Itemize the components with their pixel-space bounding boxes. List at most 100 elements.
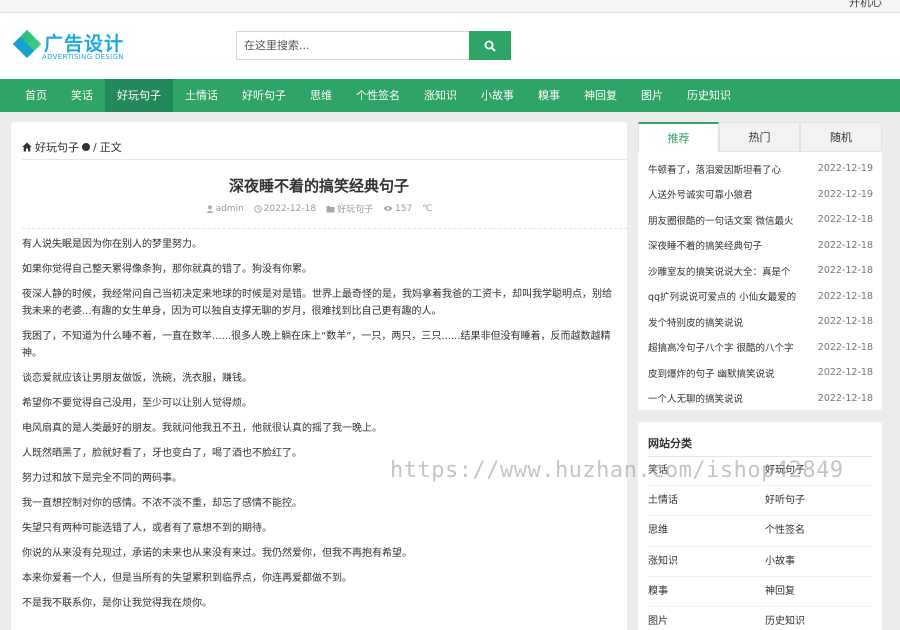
article-paragraph: 我困了，不知道为什么睡不着，一直在数羊......很多人晚上躺在床上“数羊”，一… [22, 331, 611, 359]
meta-category-link[interactable]: 好玩句子 [337, 202, 373, 215]
meta-author-name[interactable]: admin [216, 204, 244, 214]
list-item-title[interactable]: 发个特别皮的搞笑说说 [648, 315, 813, 329]
main-nav: 首页 笑话 好玩句子 土情话 好听句子 思维 个性签名 涨知识 小故事 糗事 神… [0, 79, 900, 112]
list-item[interactable]: 沙雕室友的搞笑说说大全：真是个 2022-12-18 [648, 258, 873, 284]
category-link[interactable]: 个性签名 [765, 516, 872, 547]
category-link[interactable]: 涨知识 [648, 547, 765, 577]
list-item[interactable]: 深夜睡不着的搞笑经典句子 2022-12-18 [648, 233, 873, 259]
search-input[interactable] [236, 31, 469, 60]
meta-views-count: 157 [395, 203, 413, 214]
category-link[interactable]: 好玩句子 [765, 456, 872, 487]
nav-item-home[interactable]: 首页 [13, 79, 59, 112]
nav-item-images[interactable]: 图片 [629, 79, 675, 112]
nav-item-embarrassing[interactable]: 糗事 [526, 79, 572, 112]
category-link[interactable]: 笑话 [648, 456, 765, 487]
nav-item-thinking[interactable]: 思维 [298, 79, 344, 112]
list-item-title[interactable]: 一个人无聊的搞笑说说 [648, 391, 813, 405]
nav-item-love-talk[interactable]: 土情话 [173, 79, 230, 112]
list-item-title[interactable]: 人送外号诚实可靠小狼君 [648, 187, 813, 201]
nav-item-jokes[interactable]: 笑话 [59, 79, 105, 112]
list-item-date: 2022-12-18 [817, 341, 873, 353]
search-bar [236, 31, 511, 60]
article-paragraph: 失望只有两种可能选错了人，或者有了意想不到的期待。 [22, 523, 272, 534]
article-paragraph: 电风扇真的是人类最好的朋友。我就问他我丑不丑，他就很认真的摇了我一晚上。 [22, 423, 382, 434]
folder-icon [326, 205, 335, 212]
category-link[interactable]: 思维 [648, 516, 765, 547]
top-bar: 开机心 [0, 0, 900, 13]
tab-random[interactable]: 随机 [800, 122, 882, 152]
article-paragraph: 有人说失眠是因为你在别人的梦里努力。 [22, 239, 202, 250]
article-paragraph: 谈恋爱就应该让男朋友做饭，洗碗，洗衣服，赚钱。 [22, 373, 252, 384]
breadcrumb-dot-icon [82, 143, 90, 151]
nav-item-knowledge[interactable]: 涨知识 [412, 79, 469, 112]
article-paragraph: 努力过和放下是完全不同的两码事。 [22, 473, 182, 484]
list-item[interactable]: 朋友圈很酷的一句话文案 微信最火 2022-12-18 [648, 207, 873, 233]
meta-date-text: 2022-12-18 [263, 203, 317, 214]
breadcrumb-category[interactable]: 好玩句子 [35, 139, 79, 155]
list-item-title[interactable]: 沙雕室友的搞笑说说大全：真是个 [648, 264, 813, 278]
article-paragraph: 我一直想控制对你的感情。不浓不淡不重，却忘了感情不能控。 [22, 498, 302, 509]
user-icon [206, 204, 214, 213]
article-panel: 好玩句子 / 正文 深夜睡不着的搞笑经典句子 admin 2022-12-18 … [11, 122, 627, 630]
meta-category: 好玩句子 [326, 202, 373, 215]
category-link[interactable]: 土情话 [648, 486, 765, 517]
list-item-title[interactable]: qq扩列说说可爱点的 小仙女最爱的 [648, 289, 813, 303]
nav-item-signature[interactable]: 个性签名 [344, 79, 412, 112]
category-link[interactable]: 糗事 [648, 577, 765, 607]
list-item-title[interactable]: 深夜睡不着的搞笑经典句子 [648, 238, 813, 252]
list-item-title[interactable]: 皮到爆炸的句子 幽默搞笑说说 [648, 366, 813, 380]
category-link[interactable]: 图片 [648, 607, 765, 630]
top-bar-text[interactable]: 开机心 [849, 0, 882, 10]
article-paragraph: 人既然晒黑了，脸就好看了，牙也变白了，喝了酒也不脸红了。 [22, 448, 302, 459]
list-item[interactable]: qq扩列说说可爱点的 小仙女最爱的 2022-12-18 [648, 284, 873, 310]
article-paragraph: 本来你爱着一个人，但是当所有的失望累积到临界点，你连再爱都做不到。 [22, 573, 352, 584]
breadcrumb-divider [22, 159, 627, 160]
meta-date: 2022-12-18 [253, 202, 317, 215]
article-paragraph: 夜深人静的时候，我经常问自己当初决定来地球的时候是对是错。世界上最奇怪的是，我妈… [22, 289, 612, 317]
breadcrumb: 好玩句子 / 正文 [22, 139, 122, 155]
article-paragraph: 希望你不要觉得自己没用，至少可以让别人觉得烦。 [22, 398, 252, 409]
logo-subtext: ADVERTISING DESIGN [42, 53, 124, 61]
list-item-title[interactable]: 牛顿看了，落泪爱因斯坦看了心 [648, 162, 813, 176]
category-link[interactable]: 好听句子 [765, 486, 872, 517]
nav-item-replies[interactable]: 神回复 [572, 79, 629, 112]
meta-divider [22, 228, 627, 229]
meta-unit: ℃ [422, 203, 433, 214]
sidebar-tabs-panel: 推荐 热门 随机 牛顿看了，落泪爱因斯坦看了心 2022-12-19 人送外号诚实… [638, 122, 882, 410]
header: 广告设计 ADVERTISING DESIGN [0, 13, 900, 79]
category-link[interactable]: 历史知识 [765, 607, 872, 630]
category-link[interactable]: 神回复 [765, 577, 872, 607]
categories-panel: 网站分类 笑话 好玩句子 土情话 好听句子 思维 个性签名 涨知识 小故事 糗事… [638, 422, 882, 630]
meta-views: 157 [383, 202, 412, 215]
article-paragraph: 如果你觉得自己整天累得像条狗，那你就真的错了。狗没有你累。 [22, 264, 312, 275]
nav-item-nice-sentences[interactable]: 好听句子 [230, 79, 298, 112]
list-item-title[interactable]: 朋友圈很酷的一句话文案 微信最火 [648, 213, 813, 227]
list-item-date: 2022-12-18 [817, 290, 873, 302]
nav-item-fun-sentences[interactable]: 好玩句子 [105, 79, 173, 112]
list-item[interactable]: 人送外号诚实可靠小狼君 2022-12-19 [648, 182, 873, 208]
tab-recommended[interactable]: 推荐 [638, 122, 719, 152]
search-button[interactable] [469, 31, 511, 60]
tab-popular[interactable]: 热门 [719, 122, 800, 152]
list-item-date: 2022-12-18 [817, 392, 873, 404]
home-icon[interactable] [22, 142, 32, 152]
eye-icon [383, 206, 393, 211]
list-item-date: 2022-12-18 [817, 367, 873, 379]
article-paragraph: 你说的从来没有兑现过，承诺的未来也从来没有来过。我仍然爱你，但我不再抱有希望。 [22, 548, 412, 559]
categories-title: 网站分类 [648, 437, 692, 450]
categories-grid: 笑话 好玩句子 土情话 好听句子 思维 个性签名 涨知识 小故事 糗事 神回复 … [648, 456, 872, 630]
list-item-title[interactable]: 超搞高冷句子八个字 很酷的八个字 [648, 340, 813, 354]
article-paragraph: 不是我不联系你，是你让我觉得我在烦你。 [22, 598, 212, 609]
list-item[interactable]: 牛顿看了，落泪爱因斯坦看了心 2022-12-19 [648, 156, 873, 182]
list-item[interactable]: 皮到爆炸的句子 幽默搞笑说说 2022-12-18 [648, 360, 873, 386]
nav-item-stories[interactable]: 小故事 [469, 79, 526, 112]
tab-article-list: 牛顿看了，落泪爱因斯坦看了心 2022-12-19 人送外号诚实可靠小狼君 2022… [638, 152, 882, 411]
list-item-date: 2022-12-18 [817, 214, 873, 226]
list-item[interactable]: 一个人无聊的搞笑说说 2022-12-18 [648, 386, 873, 412]
nav-item-history[interactable]: 历史知识 [675, 79, 743, 112]
category-link[interactable]: 小故事 [765, 547, 872, 577]
list-item-date: 2022-12-19 [817, 188, 873, 200]
list-item[interactable]: 超搞高冷句子八个字 很酷的八个字 2022-12-18 [648, 335, 873, 361]
list-item[interactable]: 发个特别皮的搞笑说说 2022-12-18 [648, 309, 873, 335]
site-logo[interactable]: 广告设计 ADVERTISING DESIGN [12, 29, 132, 65]
